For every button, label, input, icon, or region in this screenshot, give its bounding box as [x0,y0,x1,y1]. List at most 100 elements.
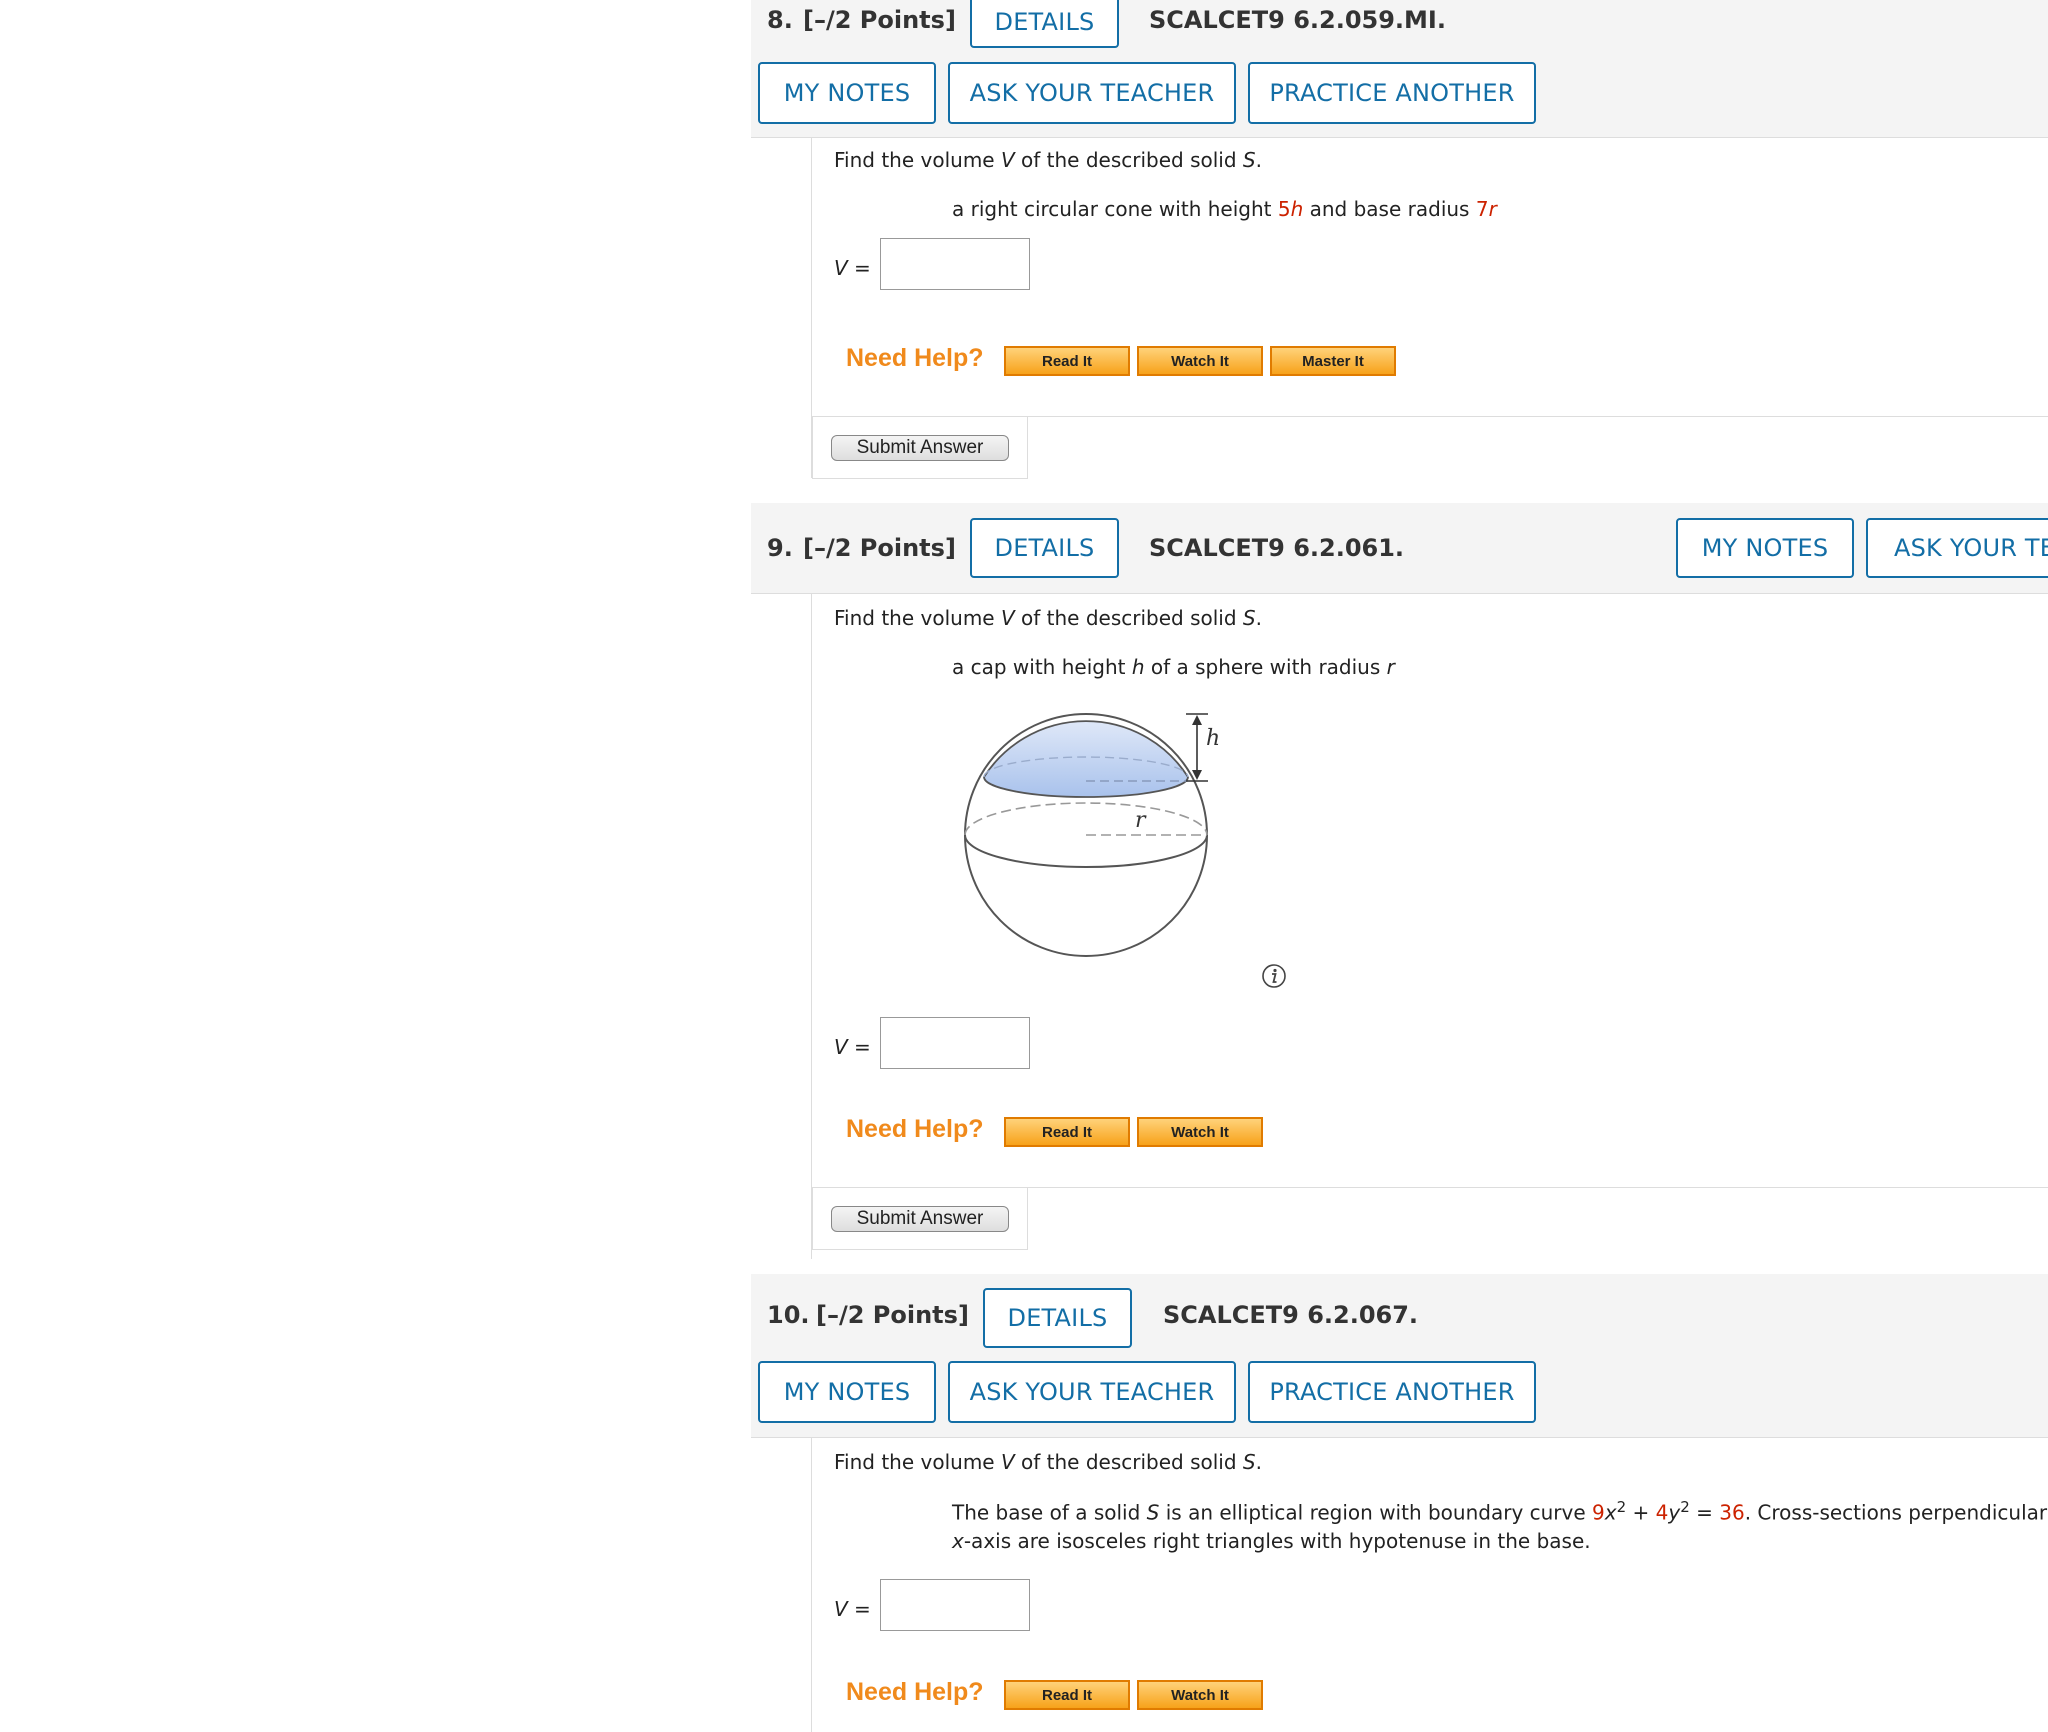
question-reference: SCALCET9 6.2.061. [1149,534,1405,562]
need-help-label: Need Help? [846,344,984,372]
prompt-text: of the described solid [1014,1450,1243,1474]
solid-description-line-2: x-axis are isosceles right triangles wit… [952,1529,1591,1553]
question-points: [–/2 Points] [816,1301,969,1329]
answer-input[interactable] [880,1579,1030,1631]
question-prompt: Find the volume V of the described solid… [834,606,1262,630]
description-text: a right circular cone with height [952,197,1278,221]
question-reference: SCALCET9 6.2.067. [1163,1301,1419,1329]
details-button[interactable]: DETAILS [970,0,1119,48]
question-reference: SCALCET9 6.2.059.MI. [1149,6,1446,34]
radius-variable: r [1488,197,1497,221]
answer-input[interactable] [880,1017,1030,1069]
description-text: is an elliptical region with boundary cu… [1159,1500,1593,1525]
details-button[interactable]: DETAILS [970,518,1119,578]
solid-description: a right circular cone with height 5h and… [952,197,1497,221]
question-points: [–/2 Points] [803,534,956,562]
answer-label: V = [834,1597,871,1621]
question-body: Find the volume V of the described solid… [811,594,2048,1259]
ask-your-teacher-button[interactable]: ASK YOUR TE [1866,518,2048,578]
equation-variable-y: y [1668,1500,1681,1525]
prompt-text: of the described solid [1014,148,1243,172]
question-header: 9. [–/2 Points] DETAILS SCALCET9 6.2.061… [751,503,2048,593]
submit-answer-button[interactable]: Submit Answer [831,1206,1009,1232]
axis-variable-x: x [952,1529,964,1553]
answer-input[interactable] [880,238,1030,290]
figure-label-h: h [1206,726,1220,751]
height-arrow-up [1192,715,1202,725]
submit-answer-button[interactable]: Submit Answer [831,435,1009,461]
description-text: and base radius [1303,197,1476,221]
equation-exponent: 2 [1616,1498,1627,1516]
prompt-variable-s: S [1242,148,1256,172]
read-it-button[interactable]: Read It [1004,1117,1130,1147]
answer-label: V = [834,256,871,280]
read-it-button[interactable]: Read It [1004,1680,1130,1710]
my-notes-button[interactable]: MY NOTES [758,62,936,124]
read-it-button[interactable]: Read It [1004,346,1130,376]
submit-area: Submit Answer [812,417,1028,479]
watch-it-button[interactable]: Watch It [1137,1680,1263,1710]
question-body: Find the volume V of the described solid… [811,138,2048,479]
equation-constant: 36 [1719,1500,1745,1525]
question-9: 9. [–/2 Points] DETAILS SCALCET9 6.2.061… [751,503,2048,1271]
prompt-variable-s: S [1242,1450,1256,1474]
prompt-text: Find the volume [834,148,1001,172]
height-variable: h [1290,197,1304,221]
question-10: 10. [–/2 Points] DETAILS SCALCET9 6.2.06… [751,1274,2048,1732]
watch-it-button[interactable]: Watch It [1137,346,1263,376]
prompt-text: . [1255,148,1262,172]
question-body: Find the volume V of the described solid… [811,1438,2048,1732]
question-header: 10. [–/2 Points] DETAILS SCALCET9 6.2.06… [751,1274,2048,1437]
prompt-text: Find the volume [834,606,1001,630]
spherical-cap [983,720,1189,798]
submit-area: Submit Answer [812,1188,1028,1250]
question-prompt: Find the volume V of the described solid… [834,1450,1262,1474]
height-variable: h [1131,655,1145,679]
practice-another-button[interactable]: PRACTICE ANOTHER [1248,62,1536,124]
my-notes-button[interactable]: MY NOTES [758,1361,936,1423]
practice-another-button[interactable]: PRACTICE ANOTHER [1248,1361,1536,1423]
equation-operator: + [1626,1500,1656,1525]
question-points: [–/2 Points] [803,6,956,34]
figure-label-r: r [1135,808,1147,833]
prompt-variable-v: V [1000,606,1015,630]
prompt-text: Find the volume [834,1450,1001,1474]
description-text: . Cross-sections perpendicular [1744,1500,2048,1525]
question-header: 8. [–/2 Points] DETAILS SCALCET9 6.2.059… [751,0,2048,138]
master-it-button[interactable]: Master It [1270,346,1396,376]
description-text: -axis are isosceles right triangles with… [963,1529,1591,1553]
prompt-text: of the described solid [1014,606,1243,630]
question-prompt: Find the volume V of the described solid… [834,148,1262,172]
need-help-label: Need Help? [846,1678,984,1706]
description-text: The base of a solid [952,1500,1147,1525]
height-coefficient: 5 [1277,197,1291,221]
question-number: 9. [767,534,793,562]
answer-label: V = [834,1035,871,1059]
prompt-variable-v: V [1000,1450,1015,1474]
equation-variable-x: x [1604,1500,1617,1525]
equation-coef-a: 9 [1592,1500,1605,1525]
details-button[interactable]: DETAILS [983,1288,1132,1348]
solid-variable-s: S [1146,1500,1160,1525]
prompt-variable-v: V [1000,148,1015,172]
need-help-label: Need Help? [846,1115,984,1143]
ask-your-teacher-button[interactable]: ASK YOUR TEACHER [948,1361,1236,1423]
solid-description-line-1: The base of a solid S is an elliptical r… [952,1498,2047,1525]
ask-your-teacher-button[interactable]: ASK YOUR TEACHER [948,62,1236,124]
description-text: of a sphere with radius [1144,655,1387,679]
description-text: a cap with height [952,655,1132,679]
sphere-cap-figure: h r [964,713,1220,957]
equation-operator: = [1689,1500,1720,1525]
prompt-text: . [1255,606,1262,630]
info-icon[interactable] [1261,963,1287,989]
equation-exponent: 2 [1680,1498,1690,1516]
prompt-variable-s: S [1242,606,1256,630]
solid-description: a cap with height h of a sphere with rad… [952,655,1395,679]
radius-coefficient: 7 [1475,197,1489,221]
my-notes-button[interactable]: MY NOTES [1676,518,1854,578]
question-8: 8. [–/2 Points] DETAILS SCALCET9 6.2.059… [751,0,2048,490]
radius-variable: r [1386,655,1395,679]
equation-coef-b: 4 [1655,1500,1669,1525]
question-number: 10. [767,1301,810,1329]
watch-it-button[interactable]: Watch It [1137,1117,1263,1147]
